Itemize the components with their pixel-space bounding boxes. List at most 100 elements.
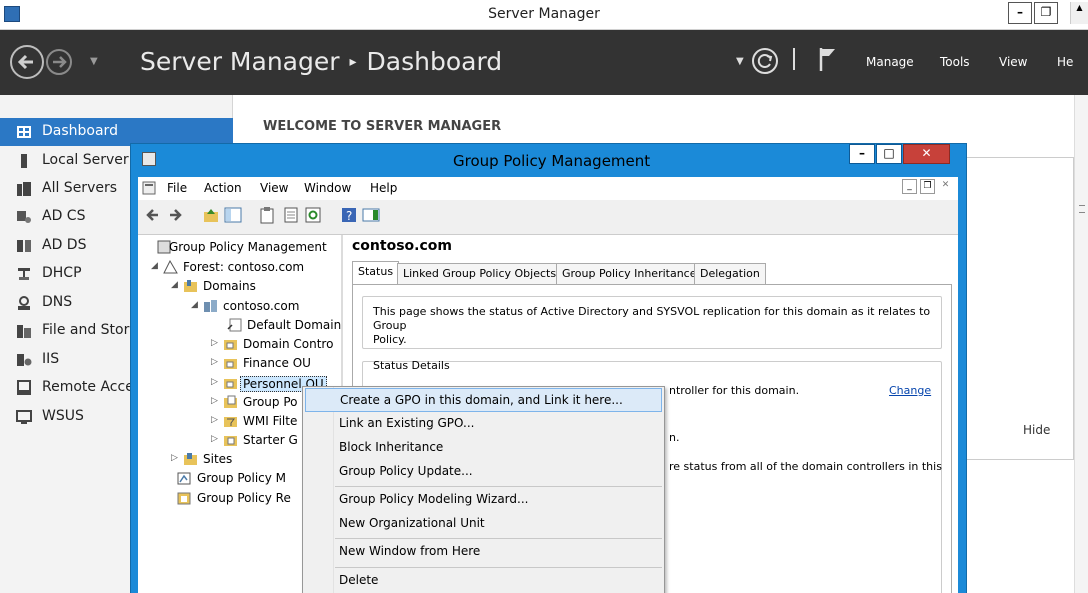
properties-icon[interactable] xyxy=(282,206,300,224)
menu-item-create-gpo-link[interactable]: Create a GPO in this domain, and Link it… xyxy=(305,388,662,412)
sidebar-item-label: Remote Acce xyxy=(42,379,134,395)
collapse-icon[interactable]: ◢ xyxy=(151,261,158,271)
all-servers-icon xyxy=(17,182,31,196)
gpm-app-icon xyxy=(142,152,156,166)
gpm-window-title: Group Policy Management xyxy=(453,152,651,170)
gpm-toolbar: ? xyxy=(138,200,958,235)
expand-icon[interactable]: ▷ xyxy=(211,415,218,425)
expand-icon[interactable]: ▷ xyxy=(211,434,218,444)
file-storage-icon xyxy=(17,325,31,338)
ou-icon xyxy=(224,340,237,350)
ad-cs-icon xyxy=(17,211,31,223)
menu-tools[interactable]: Tools xyxy=(940,55,970,69)
menu-file[interactable]: File xyxy=(167,181,187,195)
menu-separator xyxy=(335,567,662,568)
help-icon[interactable]: ? xyxy=(340,206,358,224)
status-info-line-2: Policy. xyxy=(373,333,407,346)
forward-arrow-icon[interactable] xyxy=(166,206,184,224)
menu-item-modeling-wizard[interactable]: Group Policy Modeling Wizard... xyxy=(305,488,662,512)
gpm-minimize-button[interactable]: – xyxy=(849,144,875,164)
status-text-a: ntroller for this domain. xyxy=(669,384,800,397)
expand-icon[interactable]: ▷ xyxy=(171,453,178,463)
status-info-line-1: This page shows the status of Active Dir… xyxy=(373,305,931,332)
dhcp-icon xyxy=(18,268,30,280)
gpm-close-button[interactable]: ✕ xyxy=(903,144,950,164)
menu-item-new-ou[interactable]: New Organizational Unit xyxy=(305,512,662,536)
back-button[interactable] xyxy=(10,45,44,79)
menu-view[interactable]: View xyxy=(260,181,288,195)
mmc-document-icon[interactable] xyxy=(142,181,156,195)
scroll-grip-icon[interactable] xyxy=(1079,205,1085,213)
gpm-titlebar: Group Policy Management – □ ✕ xyxy=(131,144,966,177)
sidebar-item-dashboard[interactable]: Dashboard xyxy=(0,118,233,146)
expand-icon[interactable]: ▷ xyxy=(211,338,218,348)
tab-inheritance[interactable]: Group Policy Inheritance xyxy=(556,263,703,284)
change-link[interactable]: Change xyxy=(889,384,931,397)
starter-gpo-icon xyxy=(224,436,237,446)
menu-item-link-existing-gpo[interactable]: Link an Existing GPO... xyxy=(305,412,662,436)
menu-help[interactable]: He xyxy=(1057,55,1073,69)
gpo-link-icon xyxy=(227,318,242,332)
sidebar-item-label: Local Server xyxy=(42,152,129,168)
scroll-up-button[interactable]: ▲ xyxy=(1070,2,1088,24)
child-close-button[interactable]: ✕ xyxy=(938,179,953,194)
modeling-icon xyxy=(177,472,191,485)
status-text-c: re status from all of the domain control… xyxy=(669,460,942,473)
iis-icon xyxy=(17,354,32,366)
gpo-folder-icon xyxy=(224,395,237,408)
child-minimize-button[interactable]: _ xyxy=(902,179,917,194)
menu-view[interactable]: View xyxy=(999,55,1027,69)
menu-window[interactable]: Window xyxy=(304,181,351,195)
sidebar-item-label: IIS xyxy=(42,351,60,367)
collapse-icon[interactable]: ◢ xyxy=(171,280,178,290)
menu-item-gp-update[interactable]: Group Policy Update... xyxy=(305,460,662,484)
results-icon xyxy=(177,492,191,505)
status-details-heading: Status Details xyxy=(373,359,450,372)
menu-item-new-window[interactable]: New Window from Here xyxy=(305,540,662,564)
ou-icon xyxy=(224,359,237,369)
gpm-maximize-button[interactable]: □ xyxy=(876,144,902,164)
back-arrow-icon[interactable] xyxy=(144,206,162,224)
menu-manage[interactable]: Manage xyxy=(866,55,914,69)
refresh-icon[interactable] xyxy=(304,206,322,224)
tab-linked-gpos[interactable]: Linked Group Policy Objects xyxy=(397,263,563,284)
context-menu: Create a GPO in this domain, and Link it… xyxy=(302,386,665,593)
notifications-flag-icon[interactable] xyxy=(818,46,838,75)
history-dropdown-icon[interactable]: ▼ xyxy=(90,56,98,67)
collapse-icon[interactable]: ◢ xyxy=(191,300,198,310)
wmi-folder-icon xyxy=(224,417,237,427)
breadcrumb-separator-icon: ▸ xyxy=(349,54,357,70)
menu-item-delete[interactable]: Delete xyxy=(305,569,662,593)
status-text-b: n. xyxy=(669,431,680,444)
up-folder-icon[interactable] xyxy=(202,206,220,224)
show-hide-tree-icon[interactable] xyxy=(224,206,242,224)
remote-access-icon xyxy=(17,380,31,395)
details-title: contoso.com xyxy=(352,238,452,254)
expand-icon[interactable]: ▷ xyxy=(211,396,218,406)
menu-action[interactable]: Action xyxy=(204,181,242,195)
breadcrumb-page: Dashboard xyxy=(366,47,503,76)
status-info-box: This page shows the status of Active Dir… xyxy=(362,296,942,349)
refresh-button[interactable] xyxy=(752,48,778,74)
vertical-scrollbar[interactable] xyxy=(1074,95,1088,593)
maximize-button[interactable]: ❐ xyxy=(1034,2,1058,24)
sidebar-item-label: All Servers xyxy=(42,180,118,196)
menu-separator xyxy=(335,486,662,487)
child-restore-button[interactable]: ❐ xyxy=(920,179,935,194)
expand-icon[interactable]: ▷ xyxy=(211,357,218,367)
tab-delegation[interactable]: Delegation xyxy=(694,263,766,284)
tab-status[interactable]: Status xyxy=(352,261,400,284)
menu-help[interactable]: Help xyxy=(370,181,397,195)
back-arrow-icon xyxy=(17,54,33,70)
minimize-button[interactable]: – xyxy=(1008,2,1032,24)
hide-link[interactable]: Hide xyxy=(1023,423,1050,437)
action-pane-icon[interactable] xyxy=(362,206,380,224)
expand-icon[interactable]: ▷ xyxy=(211,377,218,387)
forward-button[interactable] xyxy=(46,49,72,75)
breadcrumb: Server Manager ▸ Dashboard xyxy=(140,47,502,76)
breadcrumb-app[interactable]: Server Manager xyxy=(140,47,340,76)
clipboard-icon[interactable] xyxy=(258,206,276,224)
menu-item-block-inheritance[interactable]: Block Inheritance xyxy=(305,436,662,460)
refresh-dropdown-icon[interactable]: ▼ xyxy=(736,56,744,67)
menu-separator xyxy=(335,538,662,539)
